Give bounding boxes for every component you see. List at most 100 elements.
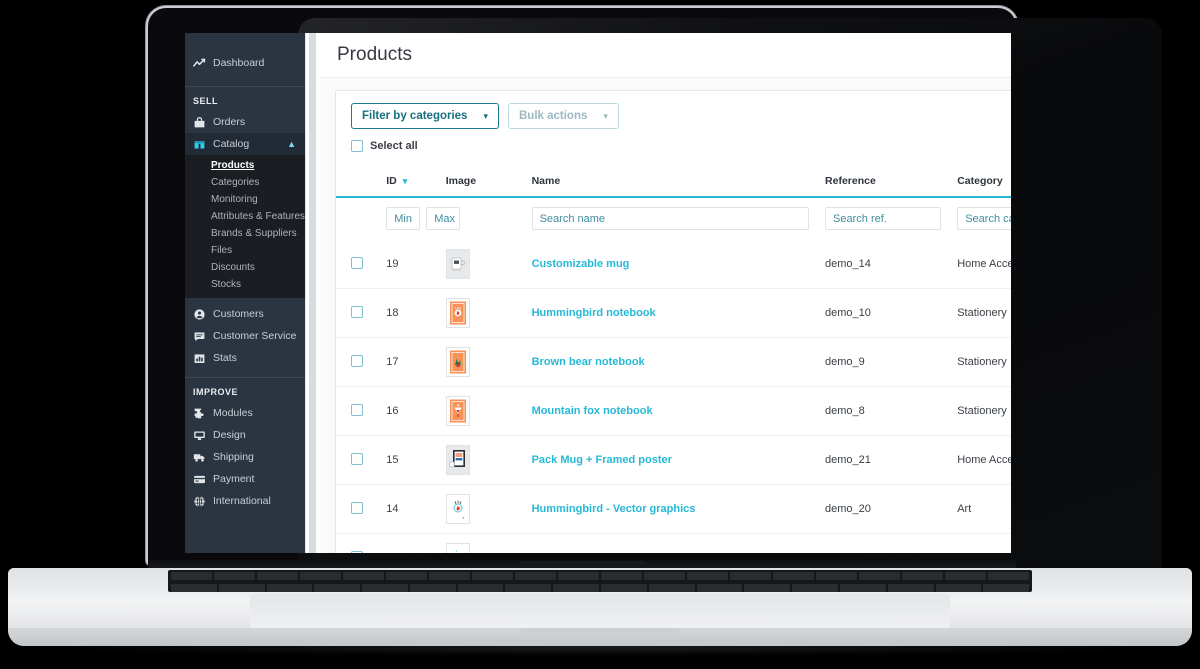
search-reference-input[interactable]: Search ref. (825, 207, 942, 230)
col-name[interactable]: Name (531, 163, 826, 198)
row-reference: demo_20 (825, 503, 871, 515)
sidebar-item-label: Shipping (213, 451, 254, 463)
bulk-actions-label: Bulk actions (519, 110, 588, 122)
table-row[interactable]: 19 Customizable mug demo_14 Home Accesso… (336, 240, 1011, 289)
sidebar-item-shipping[interactable]: Shipping (185, 446, 305, 468)
key (792, 584, 838, 592)
credit-card-icon (193, 473, 206, 486)
sidebar-item-orders[interactable]: Orders (185, 111, 305, 133)
table-row[interactable]: 16 Mountain fox notebook demo_8 Statione… (336, 387, 1011, 436)
key (773, 572, 814, 580)
sidebar-item-label: Design (213, 429, 246, 441)
sidebar-item-label: Stats (213, 352, 237, 364)
filter-by-categories-button[interactable]: Filter by categories ▾ (351, 103, 499, 129)
sidebar-submenu-catalog: Products Categories Monitoring Attribute… (185, 155, 305, 298)
laptop-hinge-notch (520, 561, 645, 568)
sidebar-item-customer-service[interactable]: Customer Service (185, 325, 305, 347)
sidebar-item-payment[interactable]: Payment (185, 468, 305, 490)
key (648, 584, 695, 592)
row-checkbox[interactable] (351, 305, 363, 318)
sidebar-item-label: Orders (213, 116, 246, 128)
sidebar-item-dashboard[interactable]: Dashboard (185, 48, 305, 78)
sidebar-item-catalog[interactable]: Catalog ▲ (185, 133, 305, 155)
row-image-cell (445, 436, 532, 485)
key (429, 572, 470, 580)
sidebar-item-international[interactable]: International (185, 490, 305, 512)
sort-desc-icon[interactable]: ▾ (403, 176, 408, 186)
row-checkbox-cell (336, 338, 386, 387)
sidebar-item-monitoring[interactable]: Monitoring (185, 191, 305, 208)
row-name: Hummingbird - Vector graphics (532, 485, 825, 534)
key (902, 572, 943, 580)
sidebar-item-modules[interactable]: Modules (185, 402, 305, 424)
sidebar-item-brands-suppliers[interactable]: Brands & Suppliers (185, 225, 305, 242)
row-checkbox[interactable] (351, 403, 363, 416)
row-checkbox[interactable] (351, 354, 363, 367)
row-image-cell (445, 534, 532, 553)
laptop-keyboard (168, 570, 1032, 592)
id-min-input[interactable]: Min (386, 207, 421, 230)
product-link[interactable]: Pack Mug + Framed poster (532, 454, 672, 466)
scrollbar-thumb[interactable] (309, 33, 316, 553)
select-all-row[interactable]: Select all (336, 129, 1011, 152)
search-category-input[interactable]: Search category (957, 207, 1011, 230)
col-reference[interactable]: Reference (825, 163, 958, 198)
table-row[interactable]: 14 Hummingbird - Vector graphics demo_20… (336, 485, 1011, 534)
filter-name-cell: Search name (531, 197, 825, 240)
product-link[interactable]: Brown bear notebook (532, 356, 645, 368)
select-all-checkbox[interactable] (351, 140, 363, 152)
row-checkbox[interactable] (351, 452, 363, 465)
keyboard-row (168, 570, 1032, 582)
sidebar-subitem-label: Products (211, 160, 255, 171)
sidebar-item-design[interactable]: Design (185, 424, 305, 446)
main-content: Products Filter by categories ▾ Bulk act… (320, 33, 1011, 553)
pack-thumb (445, 445, 470, 475)
product-link[interactable]: Hummingbird notebook (532, 307, 656, 319)
sidebar-subitem-label: Attributes & Features (211, 211, 305, 222)
brownbear-poster-thumb (445, 543, 470, 553)
bulk-actions-button[interactable]: Bulk actions ▾ (508, 103, 619, 129)
sidebar-item-label: Customer Service (213, 330, 297, 342)
products-table-body: 19 Customizable mug demo_14 Home Accesso… (336, 240, 1011, 553)
monitor-icon (193, 429, 206, 442)
product-link[interactable]: Mountain fox notebook (532, 405, 653, 417)
col-category[interactable]: Category (957, 163, 1011, 198)
sidebar-item-categories[interactable]: Categories (185, 174, 305, 191)
sidebar-item-customers[interactable]: Customers (185, 303, 305, 325)
table-row[interactable]: 13 Brown bear - Vector graphics demo_19 … (336, 534, 1011, 553)
sidebar-item-stocks[interactable]: Stocks (185, 276, 305, 293)
sidebar-item-files[interactable]: Files (185, 242, 305, 259)
sidebar-item-attributes-features[interactable]: Attributes & Features (185, 208, 305, 225)
hummingbird-poster-thumb (445, 494, 470, 524)
table-row[interactable]: 18 Hummingbird notebook demo_10 Statione… (336, 289, 1011, 338)
sidebar-item-products[interactable]: Products (185, 157, 305, 174)
laptop-trackpad (250, 594, 950, 628)
product-link[interactable]: Hummingbird - Vector graphics (532, 503, 696, 515)
row-name: Brown bear - Vector graphics (532, 534, 825, 553)
key (687, 572, 728, 580)
key (386, 572, 427, 580)
key (472, 572, 513, 580)
product-link[interactable]: Brown bear - Vector graphics (532, 552, 685, 553)
id-max-input[interactable]: Max (426, 207, 461, 230)
row-checkbox[interactable] (351, 256, 363, 269)
mug-thumb (445, 249, 470, 279)
row-checkbox-cell (336, 534, 386, 553)
row-category: Home Accessories (957, 454, 1011, 466)
row-image-cell (445, 289, 532, 338)
row-checkbox[interactable] (351, 550, 363, 553)
sidebar-item-stats[interactable]: Stats (185, 347, 305, 369)
col-id[interactable]: ID ▾ (386, 163, 446, 198)
row-checkbox-cell (336, 485, 386, 534)
sidebar-scroll-gutter[interactable] (305, 33, 320, 553)
sidebar-item-discounts[interactable]: Discounts (185, 259, 305, 276)
key (409, 584, 456, 592)
table-row[interactable]: 15 Pack Mug + Framed poster demo_21 Home… (336, 436, 1011, 485)
page-header: Products (320, 33, 1011, 78)
row-checkbox[interactable] (351, 501, 363, 514)
row-checkbox-cell (336, 240, 386, 289)
product-link[interactable]: Customizable mug (532, 258, 630, 270)
table-row[interactable]: 17 Brown bear notebook demo_9 Stationery (336, 338, 1011, 387)
search-name-input[interactable]: Search name (531, 207, 810, 230)
row-image-cell (445, 387, 532, 436)
